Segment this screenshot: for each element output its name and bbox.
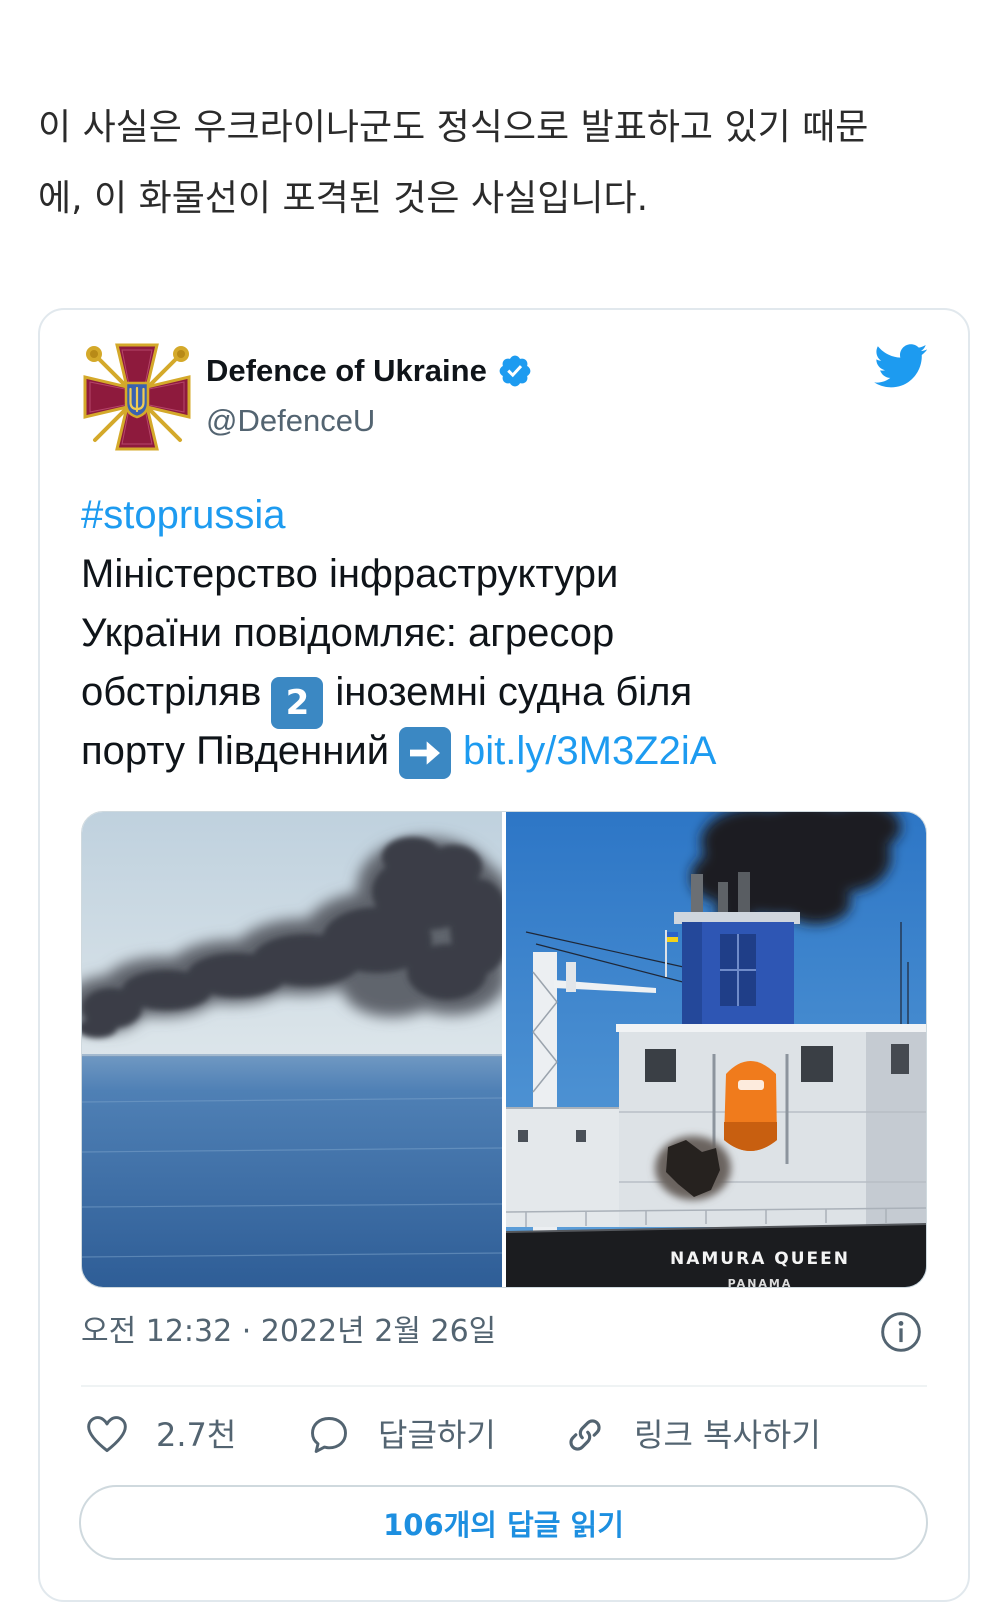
embedded-tweet-card[interactable]: Defence of Ukraine @DefenceU #stoprussia…: [38, 308, 970, 1602]
tweet-media-grid: NAMURA QUEEN PANAMA: [81, 811, 927, 1288]
heart-icon[interactable]: [85, 1413, 129, 1457]
hashtag-link[interactable]: #stoprussia: [81, 493, 286, 537]
tweet-text-segment: обстріляв: [81, 670, 262, 714]
like-count[interactable]: 2.7천: [156, 1412, 236, 1458]
divider: [81, 1385, 927, 1387]
copy-link-button-label[interactable]: 링크 복사하기: [634, 1412, 821, 1458]
reply-button-label[interactable]: 답글하기: [378, 1412, 496, 1458]
tweet-timestamp[interactable]: 오전 12:32 · 2022년 2월 26일: [81, 1312, 496, 1352]
author-name-row[interactable]: Defence of Ukraine: [206, 351, 533, 391]
read-replies-button[interactable]: 106개의 답글 읽기: [79, 1485, 928, 1560]
ministry-of-defence-emblem-icon[interactable]: [81, 341, 194, 454]
namura-queen-ship-photo[interactable]: NAMURA QUEEN PANAMA: [506, 812, 927, 1288]
orange-lifeboat: [724, 1061, 777, 1151]
smoke-at-sea-photo[interactable]: [82, 812, 502, 1288]
info-icon[interactable]: [879, 1310, 923, 1354]
link-icon[interactable]: [563, 1413, 607, 1457]
short-url-link[interactable]: bit.ly/3M3Z2iA: [463, 729, 716, 773]
ship-port-name: PANAMA: [728, 1277, 793, 1288]
tweet-text-segment: іноземні судна біля: [335, 670, 693, 714]
right-arrow-emoji-icon: [399, 727, 452, 779]
tweet-text-segment: порту Південний: [81, 729, 390, 773]
tweet-text: #stoprussia Міністерство інфраструктури …: [81, 486, 716, 781]
twitter-bird-icon[interactable]: [872, 343, 928, 391]
author-name[interactable]: Defence of Ukraine: [206, 353, 487, 389]
ship-hull-name: NAMURA QUEEN: [670, 1249, 850, 1269]
tweet-text-line: порту Південний bit.ly/3M3Z2iA: [81, 722, 716, 781]
article-line: 이 사실은 우크라이나군도 정식으로 발표하고 있기 때문: [38, 107, 869, 148]
tweet-text-line: України повідомляє: агресор: [81, 611, 615, 655]
speech-bubble-icon[interactable]: [307, 1413, 351, 1457]
verified-badge-icon: [499, 355, 531, 387]
shell-damage: [655, 1136, 731, 1200]
author-handle[interactable]: @DefenceU: [206, 401, 375, 441]
article-line: 에, 이 화물선이 포격된 것은 사실입니다.: [38, 178, 649, 219]
tweet-text-line: Міністерство інфраструктури: [81, 552, 619, 596]
read-replies-label: 106개의 답글 읽기: [383, 1507, 624, 1542]
tweet-text-line: обстріляв 2 іноземні судна біля: [81, 663, 716, 729]
article-paragraph: 이 사실은 우크라이나군도 정식으로 발표하고 있기 때문 에, 이 화물선이 …: [38, 92, 868, 234]
